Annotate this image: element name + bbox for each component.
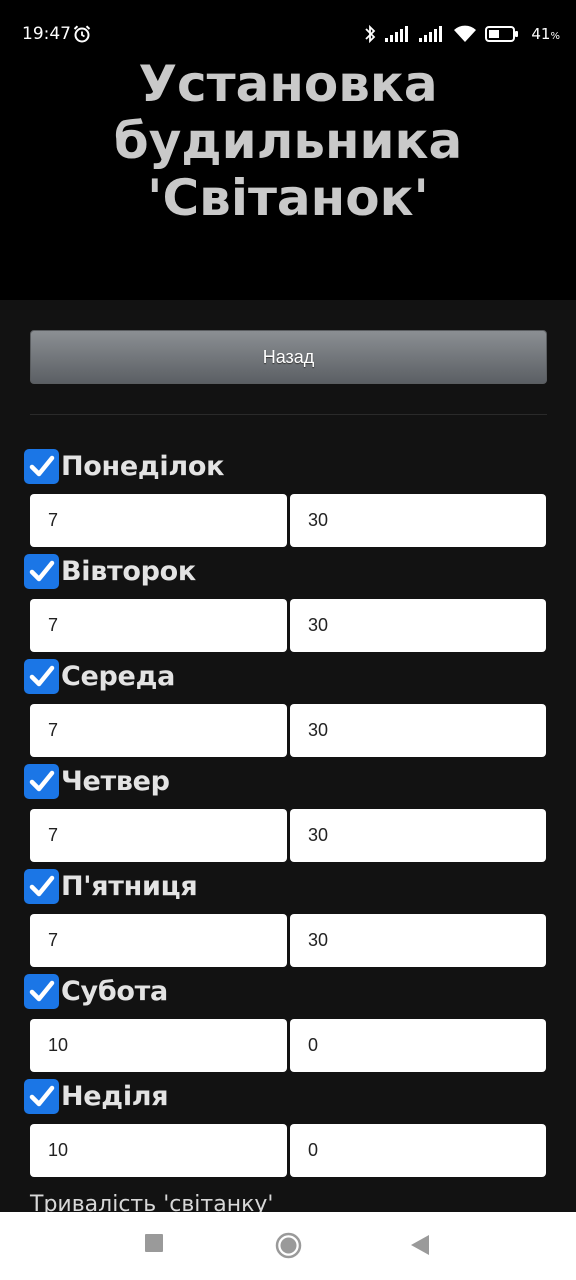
divider: [30, 414, 547, 415]
checkmark-icon: [29, 560, 54, 582]
checkmark-icon: [29, 875, 54, 897]
day-label: Четвер: [61, 765, 170, 797]
day-block-wednesday: Середа: [0, 658, 576, 763]
minute-input[interactable]: [290, 704, 546, 757]
minute-input[interactable]: [290, 914, 546, 967]
duration-label: Тривалість 'світанку': [30, 1192, 274, 1212]
day-label: Вівторок: [61, 555, 196, 587]
day-row: Вівторок: [24, 553, 196, 589]
hour-input[interactable]: [30, 1124, 287, 1177]
day-row: Середа: [24, 658, 175, 694]
signal-icon: [385, 26, 409, 42]
checkmark-icon: [29, 770, 54, 792]
day-checkbox[interactable]: [24, 868, 59, 904]
day-label: Понеділок: [61, 450, 225, 482]
hour-input[interactable]: [30, 704, 287, 757]
minute-input[interactable]: [290, 809, 546, 862]
day-row: Четвер: [24, 763, 170, 799]
minute-input[interactable]: [290, 1124, 546, 1177]
day-block-tuesday: Вівторок: [0, 553, 576, 658]
day-label: П'ятниця: [61, 870, 198, 902]
status-icons: 41%: [363, 24, 560, 44]
hour-input[interactable]: [30, 599, 287, 652]
minute-input[interactable]: [290, 599, 546, 652]
page-title-line: Установка: [138, 55, 438, 113]
day-checkbox[interactable]: [24, 1078, 59, 1114]
minute-input[interactable]: [290, 1019, 546, 1072]
day-label: Субота: [61, 975, 168, 1007]
battery-level: 41%: [531, 25, 560, 43]
page-title-line: 'Світанок': [147, 169, 429, 227]
square-icon[interactable]: [145, 1234, 163, 1252]
day-checkbox[interactable]: [24, 973, 59, 1009]
day-block-sunday: Неділя: [0, 1078, 576, 1183]
minute-input[interactable]: [290, 494, 546, 547]
day-row: Субота: [24, 973, 168, 1009]
circle-icon[interactable]: [275, 1232, 302, 1259]
hour-input[interactable]: [30, 809, 287, 862]
hour-input[interactable]: [30, 494, 287, 547]
hour-input[interactable]: [30, 1019, 287, 1072]
content: Назад Понеділок Вівторок Середа: [0, 300, 576, 1212]
checkmark-icon: [29, 455, 54, 477]
checkmark-icon: [29, 665, 54, 687]
day-block-saturday: Субота: [0, 973, 576, 1078]
checkmark-icon: [29, 980, 54, 1002]
day-row: Понеділок: [24, 448, 224, 484]
battery-icon: [485, 26, 519, 42]
day-checkbox[interactable]: [24, 553, 59, 589]
header: Установка будильника 'Світанок': [0, 56, 576, 300]
day-block-friday: П'ятниця: [0, 868, 576, 973]
wifi-icon: [454, 25, 477, 42]
day-label: Середа: [61, 660, 175, 692]
page-title: Установка будильника 'Світанок': [0, 56, 576, 227]
day-row: П'ятниця: [24, 868, 198, 904]
day-checkbox[interactable]: [24, 658, 59, 694]
back-button[interactable]: Назад: [30, 330, 547, 384]
day-row: Неділя: [24, 1078, 169, 1114]
triangle-back-icon[interactable]: [411, 1235, 429, 1255]
signal-icon: [419, 26, 443, 42]
day-block-monday: Понеділок: [0, 448, 576, 553]
navigation-bar: [0, 1212, 576, 1280]
day-checkbox[interactable]: [24, 448, 59, 484]
page-title-line: будильника: [113, 112, 463, 170]
day-block-thursday: Четвер: [0, 763, 576, 868]
alarm-clock-icon: [73, 25, 91, 43]
day-label: Неділя: [61, 1080, 169, 1112]
day-checkbox[interactable]: [24, 763, 59, 799]
status-time: 19:47: [22, 24, 71, 44]
hour-input[interactable]: [30, 914, 287, 967]
bluetooth-icon: [365, 24, 376, 44]
checkmark-icon: [29, 1085, 54, 1107]
